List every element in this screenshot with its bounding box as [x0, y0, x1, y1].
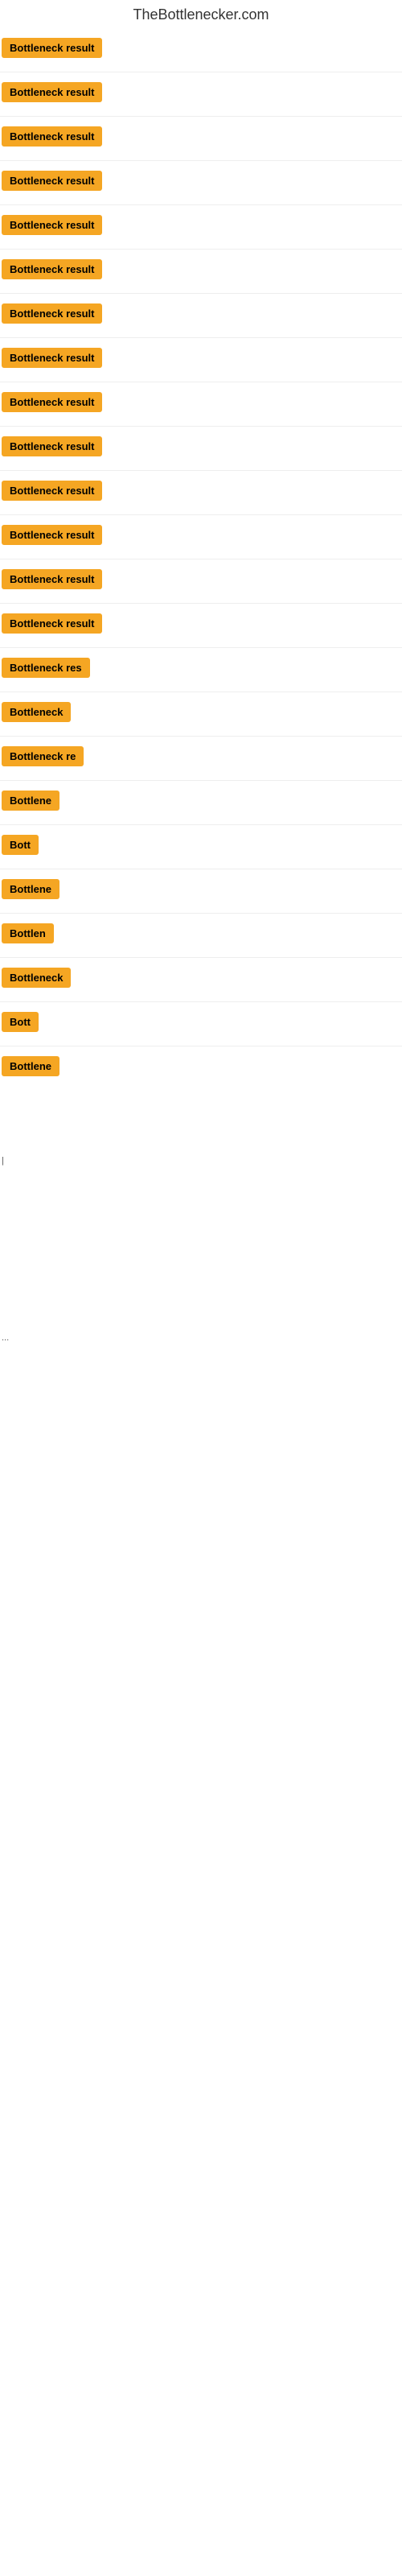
list-item: Bottleneck result	[2, 30, 402, 70]
list-item: Bottleneck result	[2, 605, 402, 646]
bottleneck-badge[interactable]: Bottleneck result	[2, 613, 102, 634]
page-wrapper: TheBottlenecker.com Bottleneck resultBot…	[0, 0, 402, 1684]
list-item: Bottleneck res	[2, 650, 402, 690]
list-item: Bottleneck re	[2, 738, 402, 778]
bottleneck-badge[interactable]: Bottleneck result	[2, 303, 102, 324]
marker-2: ...	[0, 1330, 402, 1346]
divider	[0, 514, 402, 515]
bottom-area: | ...	[0, 1088, 402, 1684]
marker-1: |	[0, 1153, 402, 1169]
divider	[0, 603, 402, 604]
divider	[0, 691, 402, 692]
bottleneck-badge[interactable]: Bottleneck result	[2, 215, 102, 235]
divider	[0, 780, 402, 781]
list-item: Bottleneck result	[2, 340, 402, 380]
divider	[0, 249, 402, 250]
bottleneck-badge[interactable]: Bottleneck result	[2, 481, 102, 501]
list-item: Bottlene	[2, 871, 402, 911]
bottleneck-badge[interactable]: Bott	[2, 1012, 39, 1032]
bottleneck-badge[interactable]: Bottleneck result	[2, 569, 102, 589]
bottleneck-badge[interactable]: Bottleneck	[2, 968, 71, 988]
divider	[0, 957, 402, 958]
list-item: Bottleneck result	[2, 163, 402, 203]
divider	[0, 116, 402, 117]
list-item: Bottleneck result	[2, 74, 402, 114]
bottleneck-badge[interactable]: Bottleneck	[2, 702, 71, 722]
bottleneck-badge[interactable]: Bottlene	[2, 1056, 59, 1076]
divider	[0, 470, 402, 471]
bottleneck-badge[interactable]: Bottleneck res	[2, 658, 90, 678]
list-item: Bottlene	[2, 1048, 402, 1088]
list-item: Bottlene	[2, 782, 402, 823]
list-item: Bottleneck result	[2, 428, 402, 469]
bottleneck-badge[interactable]: Bottleneck result	[2, 171, 102, 191]
list-item: Bottleneck result	[2, 473, 402, 513]
divider	[0, 204, 402, 205]
list-item: Bottleneck result	[2, 295, 402, 336]
list-item: Bottleneck result	[2, 118, 402, 159]
bottleneck-badge[interactable]: Bottleneck result	[2, 259, 102, 279]
bottleneck-badge[interactable]: Bottleneck result	[2, 392, 102, 412]
divider	[0, 736, 402, 737]
divider	[0, 160, 402, 161]
list-item: Bottleneck	[2, 694, 402, 734]
site-title: TheBottlenecker.com	[0, 0, 402, 30]
divider	[0, 337, 402, 338]
divider	[0, 426, 402, 427]
list-item: Bottleneck result	[2, 384, 402, 424]
divider	[0, 293, 402, 294]
divider	[0, 647, 402, 648]
bottleneck-badge[interactable]: Bottlene	[2, 791, 59, 811]
list-item: Bottlen	[2, 915, 402, 956]
bottleneck-badge[interactable]: Bott	[2, 835, 39, 855]
list-item: Bott	[2, 827, 402, 867]
bottleneck-badge[interactable]: Bottleneck re	[2, 746, 84, 766]
divider	[0, 824, 402, 825]
list-item: Bottleneck	[2, 960, 402, 1000]
bottleneck-list: Bottleneck result Bottleneck result Bottle…	[0, 30, 402, 1088]
list-item: Bottleneck result	[2, 251, 402, 291]
list-item: Bott	[2, 1004, 402, 1044]
bottleneck-badge[interactable]: Bottleneck result	[2, 525, 102, 545]
divider	[0, 913, 402, 914]
list-item: Bottleneck result	[2, 517, 402, 557]
bottleneck-badge[interactable]: Bottleneck result	[2, 82, 102, 102]
bottleneck-badge[interactable]: Bottleneck result	[2, 38, 102, 58]
bottleneck-badge[interactable]: Bottleneck result	[2, 436, 102, 456]
bottleneck-badge[interactable]: Bottlen	[2, 923, 54, 943]
bottleneck-badge[interactable]: Bottlene	[2, 879, 59, 899]
list-item: Bottleneck result	[2, 561, 402, 601]
list-item: Bottleneck result	[2, 207, 402, 247]
divider	[0, 1001, 402, 1002]
bottleneck-badge[interactable]: Bottleneck result	[2, 126, 102, 147]
bottleneck-badge[interactable]: Bottleneck result	[2, 348, 102, 368]
